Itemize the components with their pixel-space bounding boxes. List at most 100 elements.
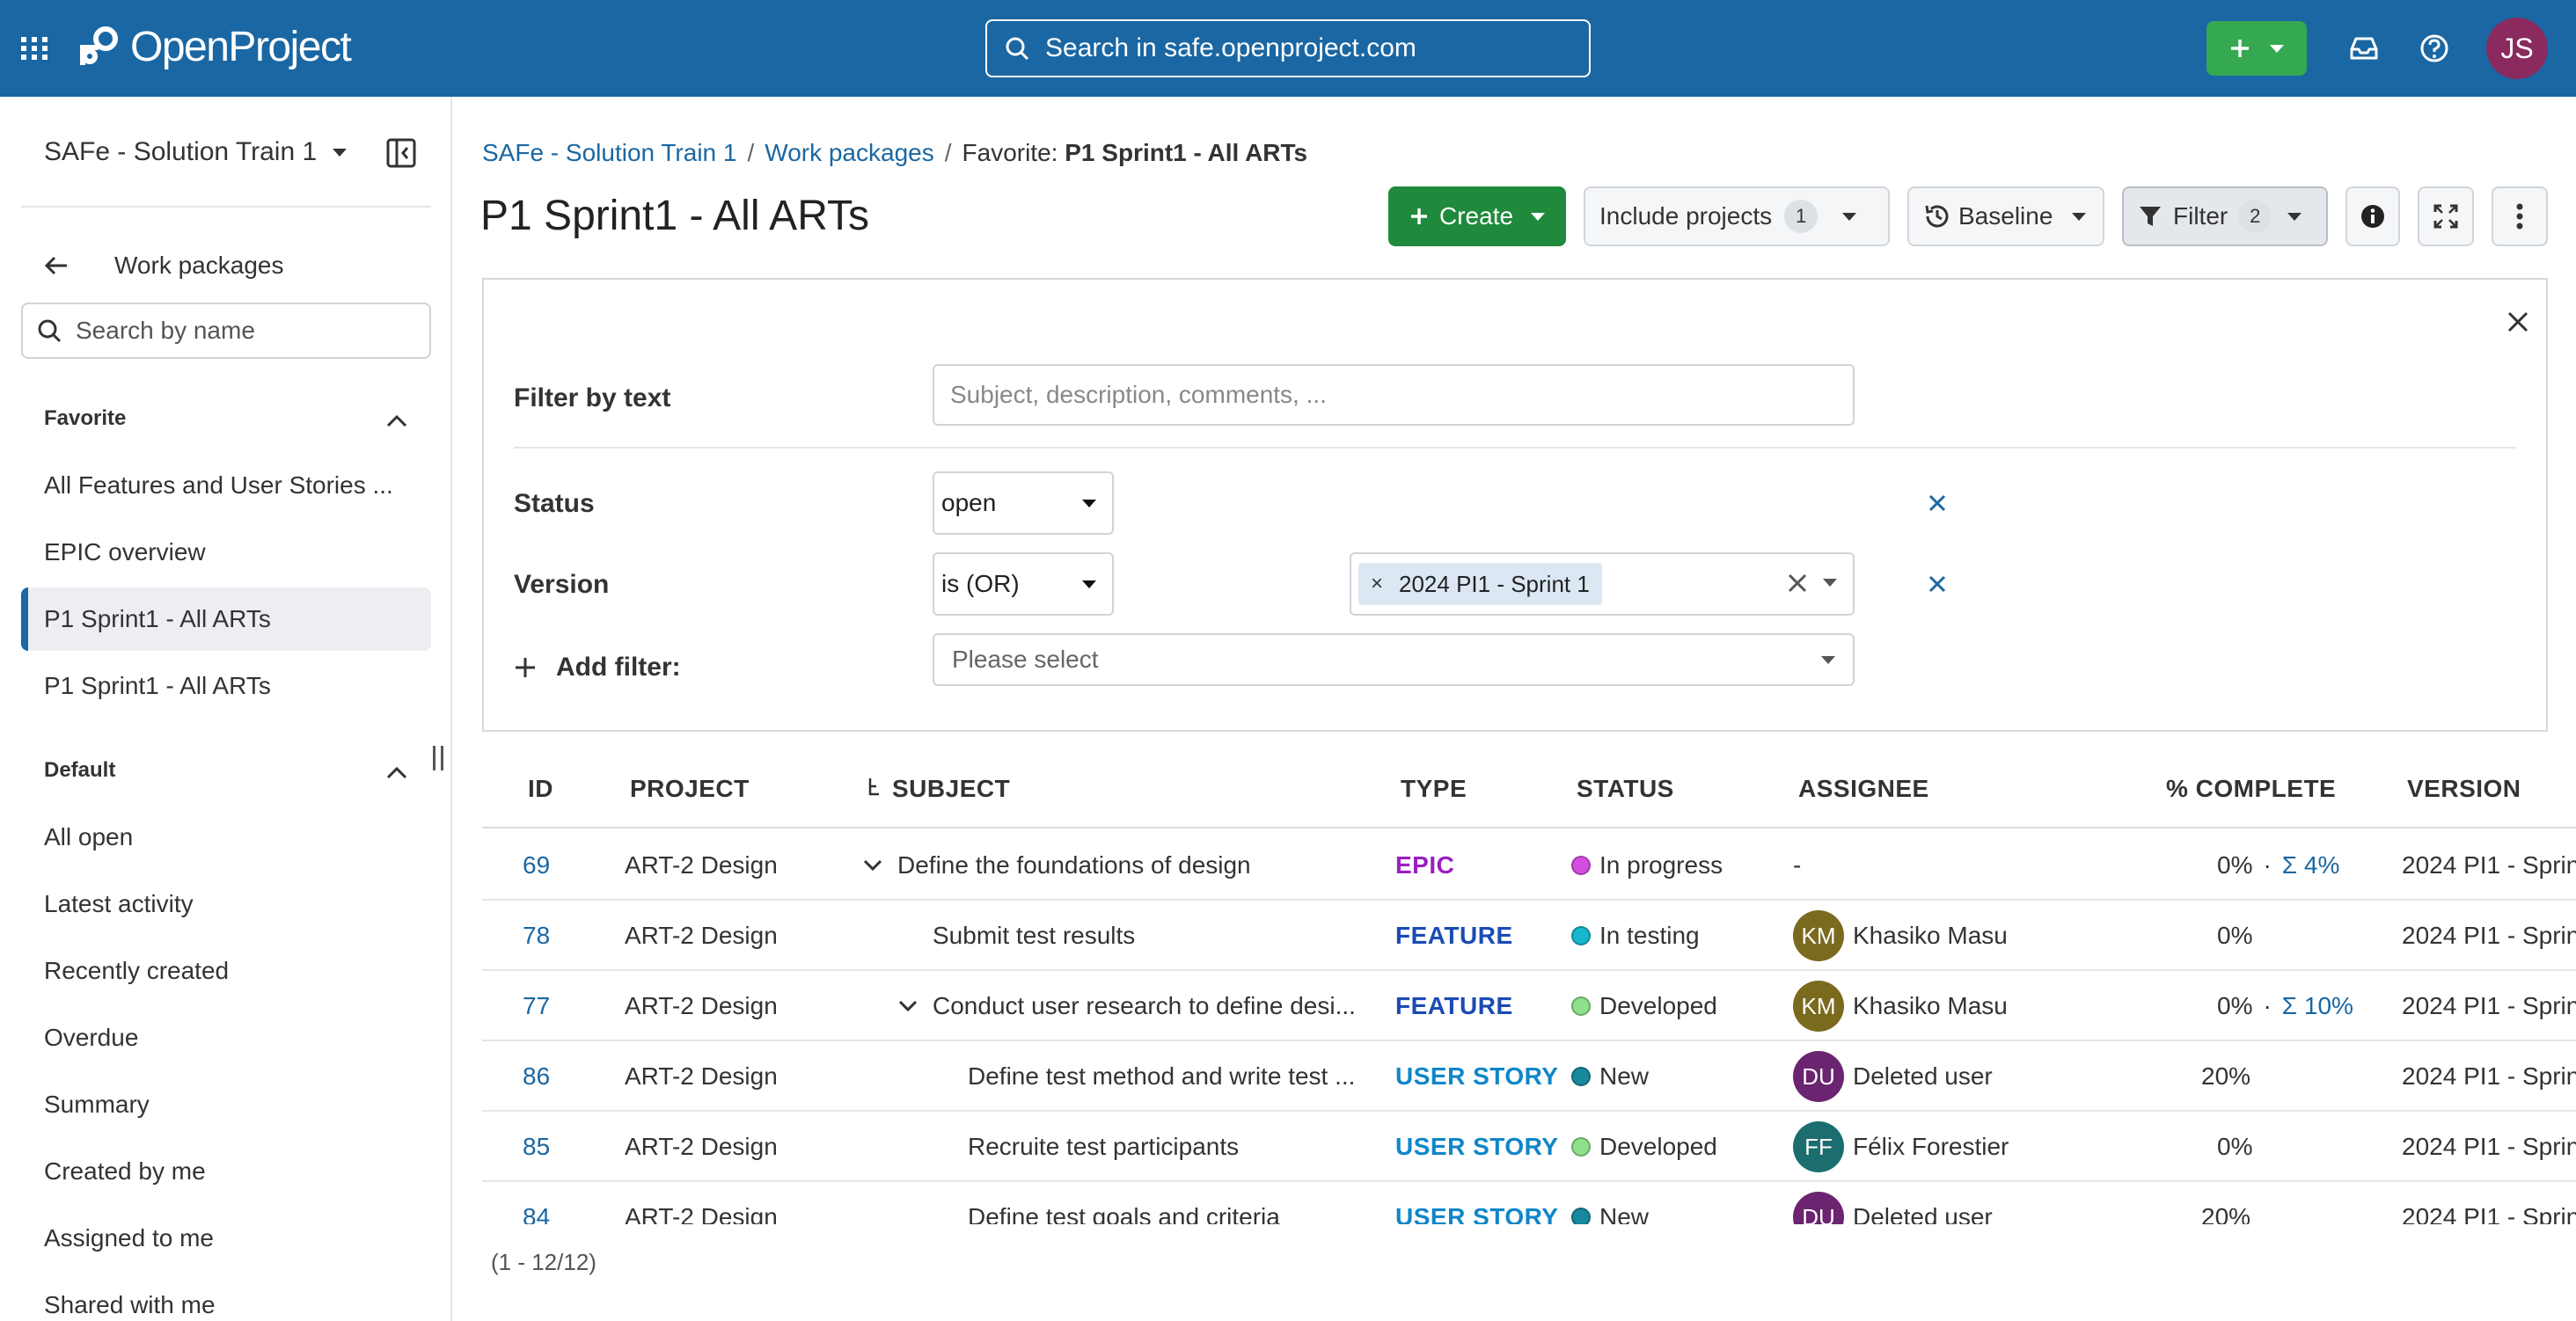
assignee-cell[interactable]: FF Félix Forestier (1793, 1112, 2009, 1182)
more-options-button[interactable] (2492, 186, 2548, 246)
percent-complete-cell: 20% (2201, 1182, 2250, 1224)
details-info-button[interactable] (2345, 186, 2400, 246)
clear-selection-icon[interactable] (1786, 572, 1809, 595)
status-cell[interactable]: New (1571, 1182, 1649, 1224)
column-header-type[interactable]: TYPE (1401, 758, 1467, 820)
sidebar-item-epic-overview[interactable]: EPIC overview (21, 521, 431, 584)
status-cell[interactable]: In testing (1571, 901, 1700, 971)
subject-cell[interactable]: Recruite test participants (933, 1112, 1239, 1182)
status-color-dot (1571, 1137, 1591, 1157)
chip-remove-icon[interactable]: × (1371, 572, 1383, 596)
table-row[interactable]: 69 ART-2 Design Define the foundations of … (482, 830, 2576, 901)
table-row[interactable]: 77 ART-2 Design Conduct user research to d… (482, 971, 2576, 1041)
assignee-cell[interactable]: - (1793, 830, 1801, 901)
include-projects-button[interactable]: Include projects 1 (1584, 186, 1890, 246)
remove-version-filter-icon[interactable] (1927, 573, 1948, 595)
sidebar-item-assigned-to-me[interactable]: Assigned to me (21, 1207, 431, 1270)
sidebar-collapse-icon[interactable] (385, 137, 417, 169)
work-package-id-link[interactable]: 86 (523, 1041, 550, 1112)
column-header-id[interactable]: ID (528, 758, 553, 820)
expand-chevron-icon[interactable] (862, 858, 883, 872)
breadcrumb-work-packages-link[interactable]: Work packages (765, 139, 933, 167)
chevron-down-icon[interactable] (1823, 579, 1837, 587)
subject-cell[interactable]: Submit test results (897, 901, 1135, 971)
chevron-down-icon (1082, 499, 1096, 507)
kebab-menu-icon (2516, 203, 2523, 230)
chevron-up-icon[interactable] (384, 412, 410, 429)
column-header-subject[interactable]: SUBJECT (866, 758, 1010, 820)
work-package-id-link[interactable]: 78 (523, 901, 550, 971)
status-operator-select[interactable]: open (933, 471, 1114, 535)
version-value-multiselect[interactable]: × 2024 PI1 - Sprint 1 (1350, 552, 1855, 616)
status-cell[interactable]: In progress (1571, 830, 1723, 901)
status-text: New (1599, 1062, 1650, 1090)
column-header-project[interactable]: PROJECT (630, 758, 750, 820)
breadcrumb-project-link[interactable]: SAFe - Solution Train 1 (482, 139, 736, 167)
expand-chevron-icon[interactable] (897, 999, 918, 1013)
global-search-input[interactable]: Search in safe.openproject.com (985, 19, 1591, 77)
subject-text: Define the foundations of design (897, 851, 1251, 879)
help-icon[interactable] (2418, 32, 2451, 65)
sidebar-search-input[interactable]: Search by name (21, 303, 431, 359)
chevron-up-icon[interactable] (384, 763, 410, 781)
subject-cell[interactable]: Define the foundations of design (862, 830, 1251, 901)
breadcrumb: SAFe - Solution Train 1 / Work packages … (482, 139, 1307, 167)
status-cell[interactable]: New (1571, 1041, 1649, 1112)
version-operator-select[interactable]: is (OR) (933, 552, 1114, 616)
project-cell: ART-2 Design (625, 1133, 778, 1160)
assignee-cell[interactable]: DU Deleted user (1793, 1041, 1993, 1112)
type-cell: FEATURE (1395, 992, 1513, 1019)
quick-add-button[interactable] (2206, 21, 2307, 76)
sidebar-resize-handle[interactable] (433, 746, 443, 770)
percent-complete-sum[interactable]: Σ 4% (2282, 851, 2340, 879)
sidebar-item-shared-with-me[interactable]: Shared with me (21, 1274, 431, 1321)
sidebar-item-all-open[interactable]: All open (21, 806, 431, 869)
back-to-work-packages[interactable]: Work packages (44, 252, 283, 280)
subject-cell[interactable]: Define test goals and criteria (933, 1182, 1280, 1224)
sidebar-item-latest-activity[interactable]: Latest activity (21, 872, 431, 936)
breadcrumb-separator: / (747, 139, 755, 166)
assignee-cell[interactable]: KM Khasiko Masu (1793, 971, 2008, 1041)
work-package-id-link[interactable]: 77 (523, 971, 550, 1041)
table-row[interactable]: 78 ART-2 Design Submit test results FEATURE… (482, 901, 2576, 971)
openproject-logo[interactable]: OpenProject (76, 23, 352, 71)
work-package-id-link[interactable]: 85 (523, 1112, 550, 1182)
sidebar-item-recently-created[interactable]: Recently created (21, 939, 431, 1003)
sidebar-item-p1-sprint1-active[interactable]: P1 Sprint1 - All ARTs (21, 588, 431, 651)
assignee-cell[interactable]: KM Khasiko Masu (1793, 901, 2008, 971)
column-header-assignee[interactable]: ASSIGNEE (1798, 758, 1929, 820)
sidebar-item-summary[interactable]: Summary (21, 1073, 431, 1136)
status-cell[interactable]: Developed (1571, 1112, 1717, 1182)
filter-text-input[interactable]: Subject, description, comments, ... (933, 364, 1855, 426)
baseline-button[interactable]: Baseline (1907, 186, 2104, 246)
subject-cell[interactable]: Conduct user research to define desi... (897, 971, 1356, 1041)
project-switcher[interactable]: SAFe - Solution Train 1 (44, 137, 348, 167)
column-header-version[interactable]: VERSION (2407, 758, 2521, 820)
sidebar-item-p1-sprint1[interactable]: P1 Sprint1 - All ARTs (21, 654, 431, 718)
subject-cell[interactable]: Define test method and write test ... (933, 1041, 1355, 1112)
filter-button[interactable]: Filter 2 (2122, 186, 2328, 246)
work-package-id-link[interactable]: 84 (523, 1182, 550, 1224)
remove-status-filter-icon[interactable] (1927, 493, 1948, 514)
column-header-percent-complete[interactable]: % COMPLETE (2166, 758, 2336, 820)
notifications-inbox-icon[interactable] (2347, 32, 2381, 65)
table-row[interactable]: 84 ART-2 Design Define test goals and crit… (482, 1182, 2576, 1224)
app-grid-icon[interactable] (21, 37, 48, 60)
add-filter-select[interactable]: Please select (933, 633, 1855, 686)
work-package-id-link[interactable]: 69 (523, 830, 550, 901)
percent-complete-sum[interactable]: Σ 10% (2282, 992, 2353, 1020)
user-avatar[interactable]: JS (2486, 18, 2548, 79)
fullscreen-button[interactable] (2418, 186, 2474, 246)
hierarchy-icon[interactable] (866, 777, 883, 801)
sidebar-item-all-features[interactable]: All Features and User Stories ... (21, 454, 431, 517)
close-icon[interactable] (2506, 310, 2530, 334)
sidebar-item-created-by-me[interactable]: Created by me (21, 1140, 431, 1203)
add-filter-row[interactable]: Add filter: (514, 653, 681, 682)
assignee-cell[interactable]: DU Deleted user (1793, 1182, 1993, 1224)
status-cell[interactable]: Developed (1571, 971, 1717, 1041)
create-button[interactable]: Create (1388, 186, 1566, 246)
sidebar-item-overdue[interactable]: Overdue (21, 1006, 431, 1069)
column-header-status[interactable]: STATUS (1577, 758, 1674, 820)
table-row[interactable]: 85 ART-2 Design Recruite test participants… (482, 1112, 2576, 1182)
table-row[interactable]: 86 ART-2 Design Define test method and wri… (482, 1041, 2576, 1112)
